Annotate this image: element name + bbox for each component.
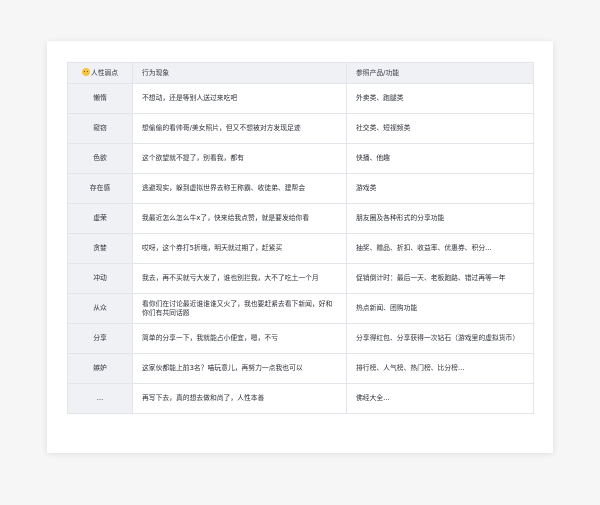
table-row: 分享 简单的分享一下，我就能占小便宜，嗯，不亏 分享得红包、分享获得一次钻石（游… [67,323,534,354]
table-row: 冲动 我去，再不买就亏大发了，谁也别拦我，大不了吃土一个月 促销倒计时：最后一天… [67,263,534,294]
behavior-cell: 想偷偷的看帅哥/美女照片，但又不想被对方发现足迹 [132,113,347,144]
header-weakness: 人性弱点 [67,62,133,84]
weakness-cell: 虚荣 [67,203,133,234]
weakness-cell: 色欲 [67,143,133,174]
behavior-cell: 不想动，还是等别人送过来吃吧 [132,83,347,114]
table-row: 嫉妒 这家伙都能上前3名？喵玩意儿，再努力一点我也可以 排行榜、人气榜、热门榜、… [67,353,534,384]
smiling-face-icon [81,68,90,76]
table-row: 从众 看你们在讨论最近谁谁谁又火了，我也要赶紧去看下新闻，好和你们有共同话题 热… [67,293,534,324]
weakness-cell: 嫉妒 [67,353,133,384]
weakness-table: 人性弱点 行为现象 参照产品/功能 懒惰 不想动，还是等别人送过来吃吧 外卖类、… [67,62,534,414]
product-cell: 分享得红包、分享获得一次钻石（游戏里的虚拟货币） [346,323,534,354]
weakness-cell: 存在感 [67,173,133,204]
weakness-cell: 窥窃 [67,113,133,144]
weakness-cell: 懒惰 [67,83,133,114]
product-cell: 抽奖、赠品、折扣、收益率、优惠券、积分... [346,233,534,264]
header-product: 参照产品/功能 [346,62,534,84]
table-row: 贪婪 哎呀，这个券打5折哦，明天就过期了，赶紧买 抽奖、赠品、折扣、收益率、优惠… [67,233,534,264]
table-row: 色欲 这个欲望就不提了，别看我，都有 快播、他趣 [67,143,534,174]
behavior-cell: 简单的分享一下，我就能占小便宜，嗯，不亏 [132,323,347,354]
behavior-cell: 这家伙都能上前3名？喵玩意儿，再努力一点我也可以 [132,353,347,384]
behavior-cell: 这个欲望就不提了，别看我，都有 [132,143,347,174]
table-row: 存在感 逃避现实，躲到虚拟世界去称王称霸、收徒弟、建帮会 游戏类 [67,173,534,204]
behavior-cell: 我去，再不买就亏大发了，谁也别拦我，大不了吃土一个月 [132,263,347,294]
weakness-cell: 分享 [67,323,133,354]
behavior-cell: 再写下去，真的想去做和尚了，人性本善 [132,383,347,414]
header-weakness-label: 人性弱点 [90,69,119,77]
behavior-cell: 哎呀，这个券打5折哦，明天就过期了，赶紧买 [132,233,347,264]
weakness-cell: 冲动 [67,263,133,294]
product-cell: 游戏类 [346,173,534,204]
weakness-cell: 贪婪 [67,233,133,264]
table-row: ... 再写下去，真的想去做和尚了，人性本善 佛经大全... [67,383,534,414]
behavior-cell: 逃避现实，躲到虚拟世界去称王称霸、收徒弟、建帮会 [132,173,347,204]
behavior-cell: 我最近怎么怎么牛x了，快来给我点赞，就是要发给你看 [132,203,347,234]
header-behavior: 行为现象 [132,62,347,84]
content-card: 人性弱点 行为现象 参照产品/功能 懒惰 不想动，还是等别人送过来吃吧 外卖类、… [47,41,553,453]
product-cell: 快播、他趣 [346,143,534,174]
weakness-cell: 从众 [67,293,133,324]
product-cell: 佛经大全... [346,383,534,414]
table-row: 懒惰 不想动，还是等别人送过来吃吧 外卖类、跑腿类 [67,83,534,114]
behavior-cell: 看你们在讨论最近谁谁谁又火了，我也要赶紧去看下新闻，好和你们有共同话题 [132,293,347,324]
table-row: 窥窃 想偷偷的看帅哥/美女照片，但又不想被对方发现足迹 社交类、短视频类 [67,113,534,144]
table-row: 虚荣 我最近怎么怎么牛x了，快来给我点赞，就是要发给你看 朋友圈及各种形式的分享… [67,203,534,234]
product-cell: 热点新闻、团购功能 [346,293,534,324]
product-cell: 社交类、短视频类 [346,113,534,144]
product-cell: 促销倒计时：最后一天、老板跑路、错过再等一年 [346,263,534,294]
product-cell: 朋友圈及各种形式的分享功能 [346,203,534,234]
weakness-cell: ... [67,383,133,414]
table-header-row: 人性弱点 行为现象 参照产品/功能 [67,62,534,84]
product-cell: 排行榜、人气榜、热门榜、比分榜... [346,353,534,384]
product-cell: 外卖类、跑腿类 [346,83,534,114]
